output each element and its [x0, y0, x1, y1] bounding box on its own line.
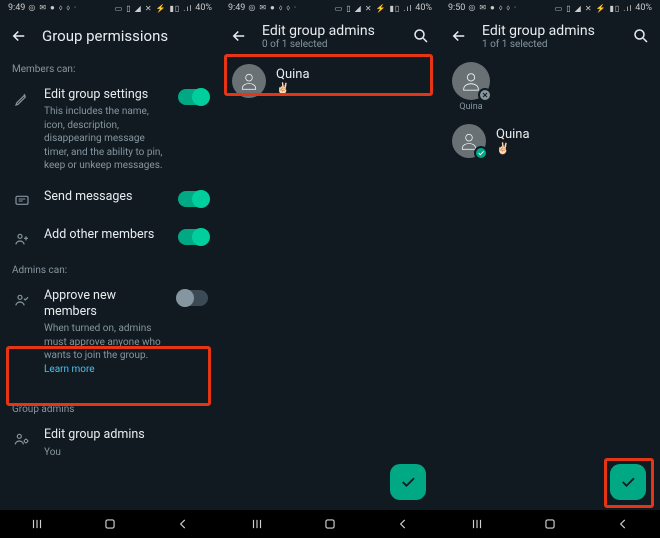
contact-quina[interactable]: Quina ✌🏻	[440, 116, 660, 166]
page-title: Edit group admins	[482, 23, 618, 39]
toggle-add-members[interactable]	[178, 229, 208, 245]
person-plus-icon	[12, 229, 32, 249]
contact-name: Quina	[276, 67, 428, 82]
nav-recents[interactable]	[468, 515, 486, 533]
row-add-members[interactable]: Add other members	[0, 219, 220, 257]
section-members: Members can:	[0, 56, 220, 79]
nav-bar	[220, 510, 440, 538]
phone-screen-1: 9:49 ◎ ✉ ● ⬨ ⬨ · ▭ ▯ ◢ ✕ ⚡ ▮▯ .ıl 40% Gr…	[0, 0, 220, 538]
nav-back[interactable]	[394, 515, 412, 533]
section-admins: Admins can:	[0, 257, 220, 280]
admin-icon	[12, 429, 32, 449]
page-subtitle: 0 of 1 selected	[262, 39, 398, 50]
status-left-icons: ◎ ✉ ● ⬨ ⬨ ·	[248, 3, 297, 13]
row-sub: You	[44, 446, 208, 460]
back-button[interactable]	[230, 27, 248, 45]
toggle-approve[interactable]	[178, 290, 208, 306]
nav-home[interactable]	[541, 515, 559, 533]
status-time: 9:49	[228, 3, 245, 13]
contact-status: ✌🏻	[496, 142, 648, 155]
app-bar: Group permissions	[0, 16, 220, 56]
back-button[interactable]	[10, 27, 28, 45]
arrow-left-icon	[10, 27, 28, 45]
message-icon	[12, 191, 32, 211]
fab-confirm[interactable]	[390, 464, 426, 500]
check-icon	[399, 473, 417, 491]
nav-home[interactable]	[321, 515, 339, 533]
search-button[interactable]	[632, 27, 650, 45]
person-check-icon	[12, 290, 32, 310]
row-edit-settings[interactable]: Edit group settings This includes the na…	[0, 79, 220, 181]
toggle-edit-settings[interactable]	[178, 89, 208, 105]
search-icon	[412, 27, 430, 45]
page-title: Edit group admins	[262, 23, 398, 39]
status-time: 9:50	[448, 3, 465, 13]
status-battery: 40%	[635, 3, 652, 13]
selected-chips: Quina	[440, 56, 660, 116]
nav-back[interactable]	[614, 515, 632, 533]
chip-name: Quina	[452, 102, 490, 112]
learn-more-link[interactable]: Learn more	[44, 364, 95, 375]
nav-home[interactable]	[101, 515, 119, 533]
page-subtitle: 1 of 1 selected	[482, 39, 618, 50]
status-right-icons: ▭ ▯ ◢ ✕ ⚡ ▮▯ .ıl	[335, 4, 413, 13]
status-time: 9:49	[8, 3, 25, 13]
person-icon	[460, 70, 482, 92]
status-right-icons: ▭ ▯ ◢ ✕ ⚡ ▮▯ .ıl	[555, 4, 633, 13]
arrow-left-icon	[230, 27, 248, 45]
row-edit-admins[interactable]: Edit group admins You	[0, 419, 220, 467]
status-left-icons: ◎ ✉ ● ⬨ ⬨ ·	[468, 3, 517, 13]
row-title: Add other members	[44, 227, 166, 243]
contact-status: ✌🏻	[276, 82, 428, 95]
phone-screen-2: 9:49 ◎ ✉ ● ⬨ ⬨ · ▭ ▯ ◢ ✕ ⚡ ▮▯ .ıl 40% Ed…	[220, 0, 440, 538]
nav-recents[interactable]	[248, 515, 266, 533]
arrow-left-icon	[450, 27, 468, 45]
row-desc: This includes the name, icon, descriptio…	[44, 105, 166, 173]
phone-screen-3: 9:50 ◎ ✉ ● ⬨ ⬨ · ▭ ▯ ◢ ✕ ⚡ ▮▯ .ıl 40% Ed…	[440, 0, 660, 538]
section-group-admins: Group admins	[0, 396, 220, 419]
row-title: Edit group admins	[44, 427, 208, 443]
remove-chip-icon[interactable]	[478, 88, 492, 102]
selected-check-icon	[474, 146, 488, 160]
row-title: Edit group settings	[44, 87, 166, 103]
nav-recents[interactable]	[28, 515, 46, 533]
contact-name: Quina	[496, 127, 648, 142]
search-button[interactable]	[412, 27, 430, 45]
back-button[interactable]	[450, 27, 468, 45]
selected-chip-quina[interactable]: Quina	[452, 62, 490, 112]
row-title: Send messages	[44, 189, 166, 205]
toggle-send-messages[interactable]	[178, 191, 208, 207]
search-icon	[632, 27, 650, 45]
app-bar: Edit group admins 0 of 1 selected	[220, 16, 440, 56]
row-desc: When turned on, admins must approve anyo…	[44, 322, 166, 376]
person-icon	[239, 71, 259, 91]
status-bar: 9:49 ◎ ✉ ● ⬨ ⬨ · ▭ ▯ ◢ ✕ ⚡ ▮▯ .ıl 40%	[220, 0, 440, 16]
status-bar: 9:50 ◎ ✉ ● ⬨ ⬨ · ▭ ▯ ◢ ✕ ⚡ ▮▯ .ıl 40%	[440, 0, 660, 16]
status-bar: 9:49 ◎ ✉ ● ⬨ ⬨ · ▭ ▯ ◢ ✕ ⚡ ▮▯ .ıl 40%	[0, 0, 220, 16]
nav-bar	[0, 510, 220, 538]
status-right-icons: ▭ ▯ ◢ ✕ ⚡ ▮▯ .ıl	[115, 4, 193, 13]
row-send-messages[interactable]: Send messages	[0, 181, 220, 219]
row-title: Approve new members	[44, 288, 166, 321]
status-battery: 40%	[415, 3, 432, 13]
nav-bar	[440, 510, 660, 538]
check-icon	[619, 473, 637, 491]
status-left-icons: ◎ ✉ ● ⬨ ⬨ ·	[28, 3, 77, 13]
fab-confirm[interactable]	[610, 464, 646, 500]
avatar	[232, 64, 266, 98]
row-approve-members[interactable]: Approve new members When turned on, admi…	[0, 280, 220, 385]
app-bar: Edit group admins 1 of 1 selected	[440, 16, 660, 56]
status-battery: 40%	[195, 3, 212, 13]
pencil-icon	[12, 89, 32, 109]
page-title: Group permissions	[42, 27, 210, 45]
contact-quina[interactable]: Quina ✌🏻	[220, 56, 440, 106]
nav-back[interactable]	[174, 515, 192, 533]
